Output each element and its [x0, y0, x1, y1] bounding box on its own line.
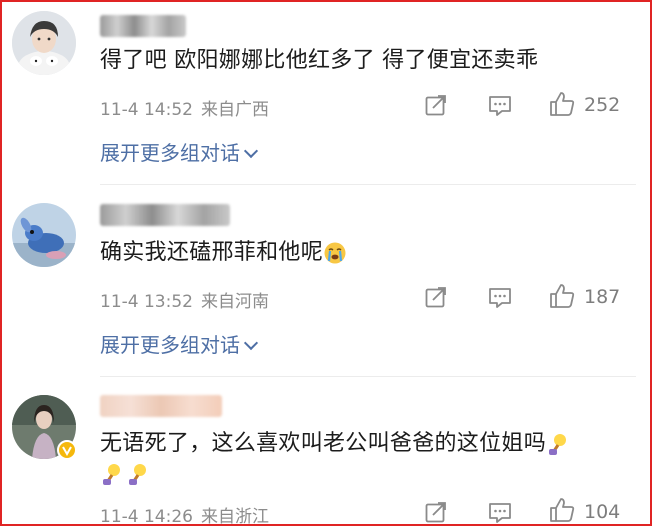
comment-meta: 11-4 14:52 来自广西	[100, 95, 269, 120]
comment-icon[interactable]	[487, 501, 513, 525]
share-icon[interactable]	[424, 500, 448, 524]
comment-list: 得了吧 欧阳娜娜比他红多了 得了便宜还卖乖 11-4 14:52 来自广西 252…	[0, 0, 652, 526]
avatar[interactable]	[12, 203, 76, 267]
comment-text-body: 无语死了，这么喜欢叫老公叫爸爸的这位姐吗	[100, 431, 547, 456]
verified-badge-icon	[57, 440, 77, 460]
like-icon[interactable]	[548, 282, 576, 310]
comment-date: 11-4 14:52	[100, 100, 193, 120]
comment-text: 确实我还磕邢菲和他呢	[100, 236, 347, 270]
expand-conversation-link[interactable]: 展开更多组对话	[100, 329, 259, 358]
divider	[100, 184, 636, 185]
like-icon[interactable]	[548, 90, 576, 118]
lightbulb-emoji-icon	[129, 464, 146, 485]
comment-date: 11-4 13:52	[100, 292, 193, 312]
comment-location: 来自广西	[200, 100, 269, 120]
like-count: 104	[584, 501, 621, 523]
lightbulb-emoji-icon	[103, 464, 120, 485]
comment-text-continuation	[100, 457, 148, 491]
comment-location: 来自浙江	[200, 507, 269, 526]
username[interactable]	[100, 15, 186, 37]
crying-emoji-icon	[324, 242, 346, 264]
comment-text: 得了吧 欧阳娜娜比他红多了 得了便宜还卖乖	[100, 48, 539, 73]
lightbulb-emoji-icon	[549, 434, 567, 455]
share-icon[interactable]	[424, 285, 448, 309]
comment-meta: 11-4 14:26 来自浙江	[100, 502, 269, 526]
comment-text: 无语死了，这么喜欢叫老公叫爸爸的这位姐吗	[100, 427, 568, 461]
expand-conversation-link[interactable]: 展开更多组对话	[100, 137, 259, 166]
chevron-down-icon	[243, 143, 259, 159]
comment-location: 来自河南	[200, 292, 269, 312]
comment-icon[interactable]	[487, 94, 513, 118]
username[interactable]	[100, 204, 230, 226]
chevron-down-icon	[243, 335, 259, 351]
avatar[interactable]	[12, 11, 76, 75]
share-icon[interactable]	[424, 93, 448, 117]
like-count: 187	[584, 286, 621, 308]
divider	[100, 376, 636, 377]
username[interactable]	[100, 395, 222, 417]
comment-text-body: 确实我还磕邢菲和他呢	[100, 240, 324, 265]
expand-label: 展开更多组对话	[100, 333, 240, 357]
comment-icon[interactable]	[487, 286, 513, 310]
like-icon[interactable]	[548, 496, 576, 524]
comment-meta: 11-4 13:52 来自河南	[100, 287, 269, 312]
expand-label: 展开更多组对话	[100, 141, 240, 165]
like-count: 252	[584, 94, 621, 116]
comment-date: 11-4 14:26	[100, 507, 193, 526]
